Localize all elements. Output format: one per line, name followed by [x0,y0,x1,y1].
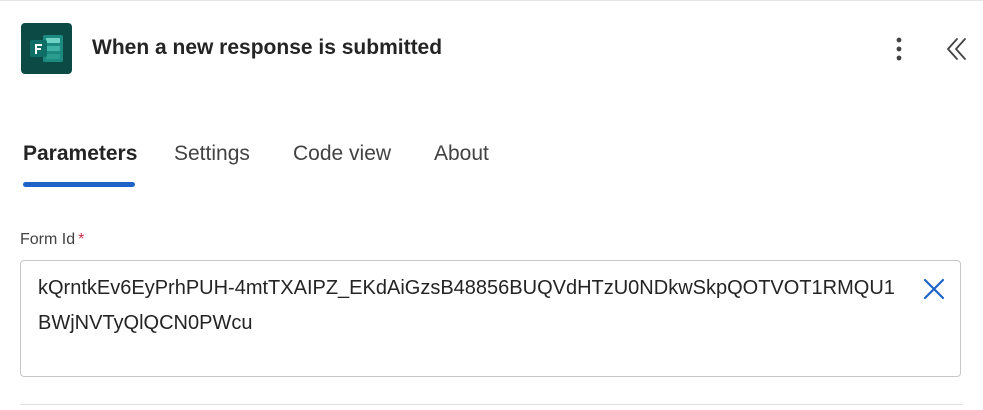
tab-parameters[interactable]: Parameters [23,142,137,166]
required-indicator: * [78,231,85,248]
clear-field-button[interactable] [919,274,949,304]
header: When a new response is submitted [0,0,983,100]
microsoft-forms-icon [21,23,72,74]
tab-code-view[interactable]: Code view [293,142,391,166]
divider [20,404,963,405]
more-vertical-icon [896,37,902,61]
close-icon [923,278,945,300]
form-id-label-text: Form Id [20,231,76,248]
collapse-panel-button[interactable] [940,32,974,66]
tab-bar: Parameters Settings Code view About [0,130,983,190]
double-chevron-left-icon [947,38,966,60]
tab-about[interactable]: About [434,142,489,166]
more-options-button[interactable] [884,32,914,66]
form-id-label: Form Id * [20,231,84,249]
trigger-title: When a new response is submitted [92,36,443,59]
form-id-field[interactable]: kQrntkEv6EyPrhPUH-4mtTXAIPZ_EKdAiGzsB488… [20,260,961,377]
tab-settings[interactable]: Settings [174,142,250,166]
active-tab-indicator [23,182,135,187]
form-id-value[interactable]: kQrntkEv6EyPrhPUH-4mtTXAIPZ_EKdAiGzsB488… [38,271,900,341]
